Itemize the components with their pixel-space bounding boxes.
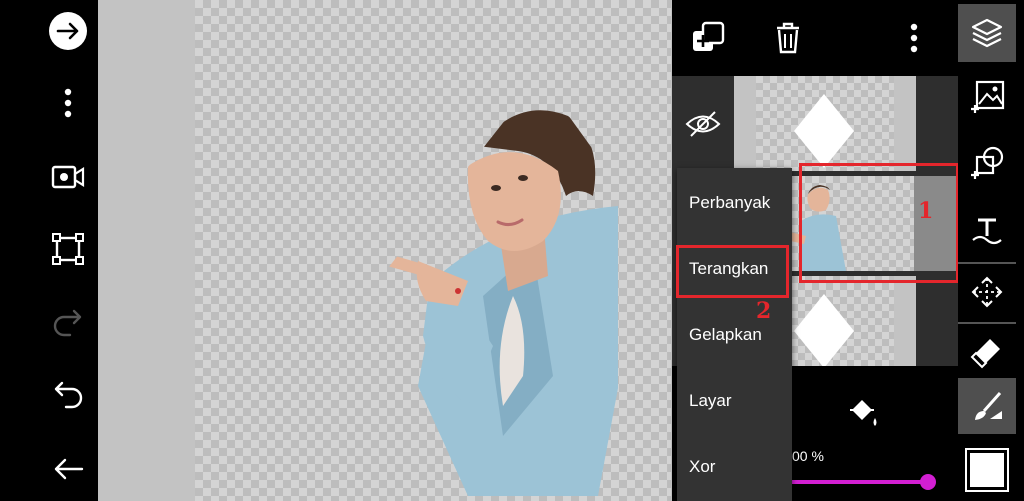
video-camera-icon[interactable] (38, 152, 98, 202)
add-layer-icon[interactable] (688, 18, 728, 58)
opacity-slider-track[interactable] (790, 480, 930, 484)
eraser-icon[interactable] (958, 322, 1016, 380)
opacity-label: 00 % (792, 448, 824, 464)
redo-icon[interactable] (38, 298, 98, 348)
back-arrow-icon[interactable] (38, 444, 98, 494)
arrow-right-circle-icon[interactable] (38, 6, 98, 56)
left-toolbar (38, 0, 98, 501)
menu-item-gelapkan[interactable]: Gelapkan (677, 302, 792, 368)
blend-mode-menu: Perbanyak Terangkan Gelapkan Layar Xor (677, 168, 792, 501)
menu-item-perbanyak[interactable]: Perbanyak (677, 170, 792, 236)
visibility-toggle[interactable] (672, 76, 734, 171)
fill-bucket-icon[interactable] (846, 396, 880, 435)
layer-thumbnail-mask-top[interactable] (756, 76, 914, 171)
layer-edge (894, 276, 916, 371)
move-icon[interactable] (958, 262, 1016, 320)
more-vertical-icon[interactable] (894, 18, 934, 58)
menu-item-xor[interactable]: Xor (677, 434, 792, 500)
trash-icon[interactable] (768, 18, 808, 58)
brush-icon[interactable] (958, 378, 1016, 434)
layers-icon[interactable] (958, 4, 1016, 62)
more-vertical-icon[interactable] (38, 78, 98, 128)
right-toolbar (958, 0, 1024, 501)
left-margin (0, 0, 38, 501)
woman-photo-layer[interactable] (318, 76, 618, 496)
add-image-icon[interactable] (958, 68, 1016, 126)
add-shape-icon[interactable] (958, 134, 1016, 192)
opacity-slider-handle[interactable] (920, 474, 936, 490)
color-swatch-icon[interactable] (958, 440, 1016, 500)
annotation-number-1: 1 (918, 198, 934, 224)
layer-edge (894, 76, 916, 171)
annotation-number-2: 2 (756, 298, 772, 324)
eye-off-icon (685, 110, 721, 137)
layer-handle[interactable] (734, 76, 756, 171)
layers-toolbar (672, 0, 958, 76)
crop-frame-icon[interactable] (38, 224, 98, 274)
menu-item-layar[interactable]: Layar (677, 368, 792, 434)
highlight-box-layer (799, 163, 959, 283)
highlight-box-menu-item (676, 245, 789, 298)
current-color-swatch (965, 448, 1009, 492)
undo-icon[interactable] (38, 370, 98, 420)
text-icon[interactable] (958, 200, 1016, 258)
